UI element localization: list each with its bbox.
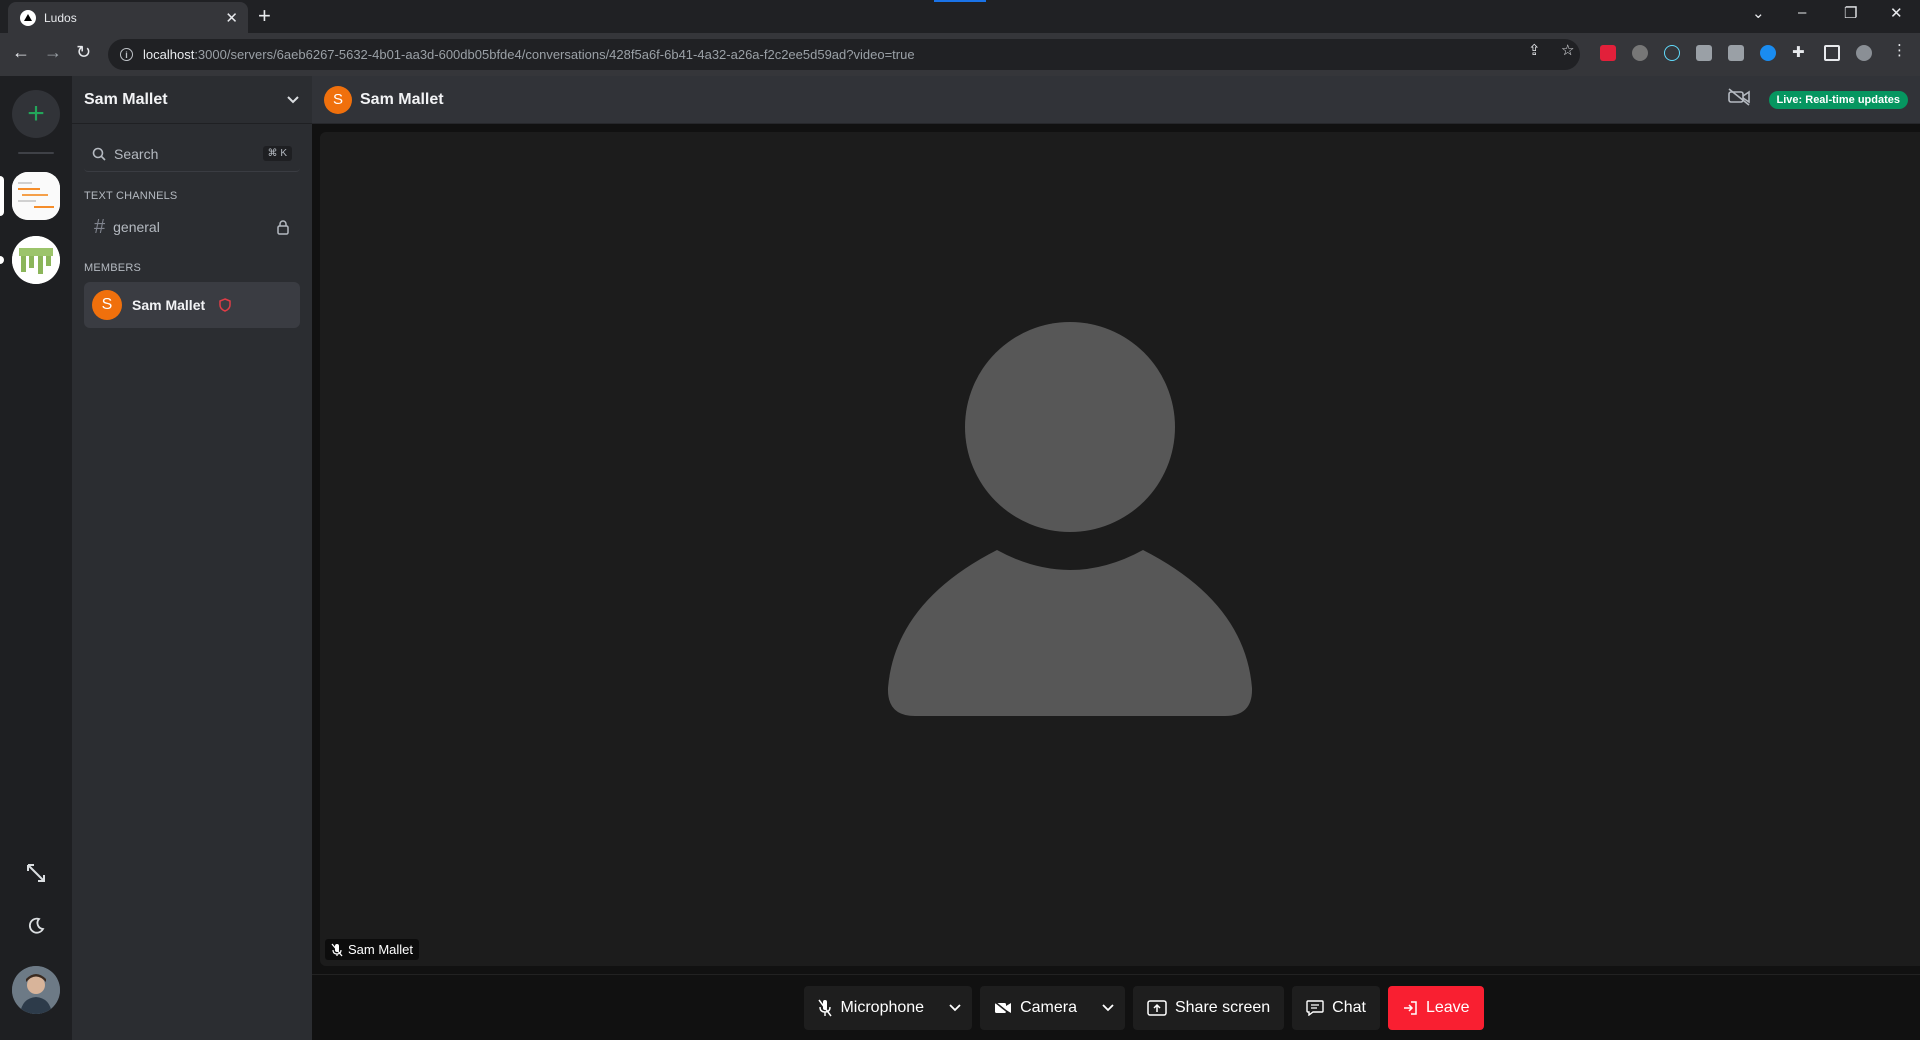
tab-strip-indicator bbox=[934, 0, 986, 2]
add-server-button[interactable]: + bbox=[12, 90, 60, 138]
profile-avatar-icon[interactable] bbox=[1856, 45, 1872, 61]
app-root: + Sam Mallet Search ⌘ K TEXT CHANNELS # … bbox=[0, 76, 1920, 1040]
server-icon-1[interactable] bbox=[12, 172, 60, 220]
text-channels-heading: TEXT CHANNELS bbox=[84, 190, 178, 202]
camera-label: Camera bbox=[1020, 998, 1077, 1016]
share-screen-icon bbox=[1147, 999, 1167, 1016]
tools-icon[interactable] bbox=[0, 862, 72, 884]
share-screen-button[interactable]: Share screen bbox=[1132, 985, 1285, 1030]
search-button[interactable]: Search ⌘ K bbox=[84, 136, 300, 172]
camera-button[interactable]: Camera bbox=[980, 986, 1091, 1030]
react-devtools-icon[interactable] bbox=[1664, 45, 1680, 61]
participant-name: Sam Mallet bbox=[348, 942, 414, 957]
member-name: Sam Mallet bbox=[132, 297, 206, 313]
adblock-plus-icon[interactable] bbox=[1600, 45, 1616, 61]
live-badge: Live: Real-time updates bbox=[1768, 90, 1908, 109]
share-screen-label: Share screen bbox=[1174, 998, 1271, 1016]
browser-toolbar: ← → ↻ i localhost :3000/servers/6aeb6267… bbox=[0, 33, 1920, 76]
member-item[interactable]: S Sam Mallet bbox=[84, 282, 300, 328]
minimize-window-icon[interactable]: – bbox=[1798, 4, 1806, 21]
leave-label: Leave bbox=[1425, 998, 1470, 1016]
chat-button[interactable]: Chat bbox=[1292, 985, 1380, 1030]
site-info-icon[interactable]: i bbox=[120, 48, 133, 61]
video-off-icon[interactable] bbox=[1727, 88, 1751, 111]
ludos-favicon-icon bbox=[20, 9, 36, 26]
new-tab-icon[interactable]: + bbox=[258, 3, 271, 29]
chevron-down-icon bbox=[286, 92, 300, 108]
address-bar[interactable]: i localhost :3000/servers/6aeb6267-5632-… bbox=[108, 39, 1580, 70]
tab-search-chevron-icon[interactable]: ⌄ bbox=[1752, 4, 1765, 22]
bookmark-star-icon[interactable]: ☆ bbox=[1561, 41, 1574, 59]
video-area: Sam Mallet Microphone Camera Share scree… bbox=[312, 124, 1920, 1040]
members-heading: MEMBERS bbox=[84, 262, 142, 274]
dark-mode-moon-icon[interactable] bbox=[0, 916, 72, 936]
conversation-avatar: S bbox=[324, 85, 352, 114]
active-server-pill bbox=[0, 176, 4, 216]
lightbulb-extension-icon[interactable] bbox=[1632, 45, 1648, 61]
shazam-extension-icon[interactable] bbox=[1760, 45, 1776, 61]
extension-icon[interactable] bbox=[1696, 45, 1712, 61]
channel-sidebar: Sam Mallet Search ⌘ K TEXT CHANNELS # ge… bbox=[72, 76, 312, 1040]
leave-icon bbox=[1402, 1000, 1418, 1016]
server-icon-2[interactable] bbox=[12, 236, 60, 284]
server-header[interactable]: Sam Mallet bbox=[72, 76, 312, 124]
member-avatar: S bbox=[92, 290, 122, 320]
extension-icon-2[interactable] bbox=[1728, 45, 1744, 61]
restore-window-icon[interactable]: ❐ bbox=[1844, 4, 1857, 22]
server-thumbnail-icon bbox=[12, 236, 60, 284]
channel-item-general[interactable]: # general bbox=[84, 210, 300, 244]
camera-off-icon bbox=[994, 1000, 1012, 1015]
browser-tab-bar: Ludos ✕ + ⌄ – ❐ ✕ bbox=[0, 0, 1920, 33]
browser-tab[interactable]: Ludos ✕ bbox=[8, 2, 248, 33]
url-host: localhost bbox=[143, 47, 195, 62]
search-label: Search bbox=[114, 145, 159, 162]
lock-icon bbox=[277, 220, 289, 235]
microphone-label: Microphone bbox=[840, 998, 925, 1016]
microphone-button[interactable]: Microphone bbox=[804, 986, 938, 1030]
back-icon[interactable]: ← bbox=[12, 42, 30, 63]
close-window-icon[interactable]: ✕ bbox=[1890, 4, 1903, 22]
microphone-control: Microphone bbox=[804, 985, 973, 1030]
leave-button[interactable]: Leave bbox=[1387, 985, 1484, 1030]
browser-menu-icon[interactable]: ⋮ bbox=[1892, 41, 1907, 59]
camera-options-chevron-icon[interactable] bbox=[1091, 986, 1125, 1030]
reload-icon[interactable]: ↻ bbox=[76, 42, 91, 63]
participant-tile[interactable]: Sam Mallet bbox=[320, 132, 1920, 966]
microphone-options-chevron-icon[interactable] bbox=[938, 986, 972, 1030]
conversation-header: S Sam Mallet Live: Real-time updates bbox=[312, 76, 1920, 124]
chat-bubble-icon bbox=[1306, 999, 1324, 1016]
user-avatar[interactable] bbox=[12, 966, 60, 1014]
person-placeholder-icon bbox=[887, 322, 1253, 716]
extensions-puzzle-icon[interactable]: ✚ bbox=[1792, 43, 1805, 61]
chat-label: Chat bbox=[1332, 998, 1366, 1016]
server-thumbnail-icon bbox=[12, 172, 60, 220]
close-tab-icon[interactable]: ✕ bbox=[225, 9, 238, 27]
forward-icon[interactable]: → bbox=[44, 42, 62, 63]
plus-icon: + bbox=[27, 97, 45, 130]
shield-icon bbox=[219, 298, 231, 312]
rail-divider bbox=[18, 152, 54, 154]
side-panel-icon[interactable] bbox=[1824, 45, 1840, 61]
server-name: Sam Mallet bbox=[84, 90, 168, 108]
conversation-title: Sam Mallet bbox=[360, 90, 444, 108]
hash-icon: # bbox=[94, 215, 106, 238]
channel-name: general bbox=[113, 219, 160, 235]
server-rail: + bbox=[0, 76, 72, 1040]
mic-muted-icon bbox=[818, 999, 833, 1017]
camera-control: Camera bbox=[980, 985, 1125, 1030]
conversation-main: S Sam Mallet Live: Real-time updates Sam… bbox=[312, 76, 1920, 1040]
user-photo-icon bbox=[12, 966, 60, 1014]
search-shortcut: ⌘ K bbox=[262, 146, 292, 161]
share-page-icon[interactable]: ⇪ bbox=[1528, 41, 1541, 59]
url-path: :3000/servers/6aeb6267-5632-4b01-aa3d-60… bbox=[194, 47, 915, 62]
server-unread-pill bbox=[0, 256, 4, 264]
mic-muted-icon bbox=[331, 943, 343, 956]
search-icon bbox=[92, 147, 106, 161]
participant-name-tag: Sam Mallet bbox=[325, 939, 420, 960]
call-control-bar: Microphone Camera Share screen Chat Leav… bbox=[312, 974, 1920, 1040]
tab-title: Ludos bbox=[44, 10, 77, 25]
